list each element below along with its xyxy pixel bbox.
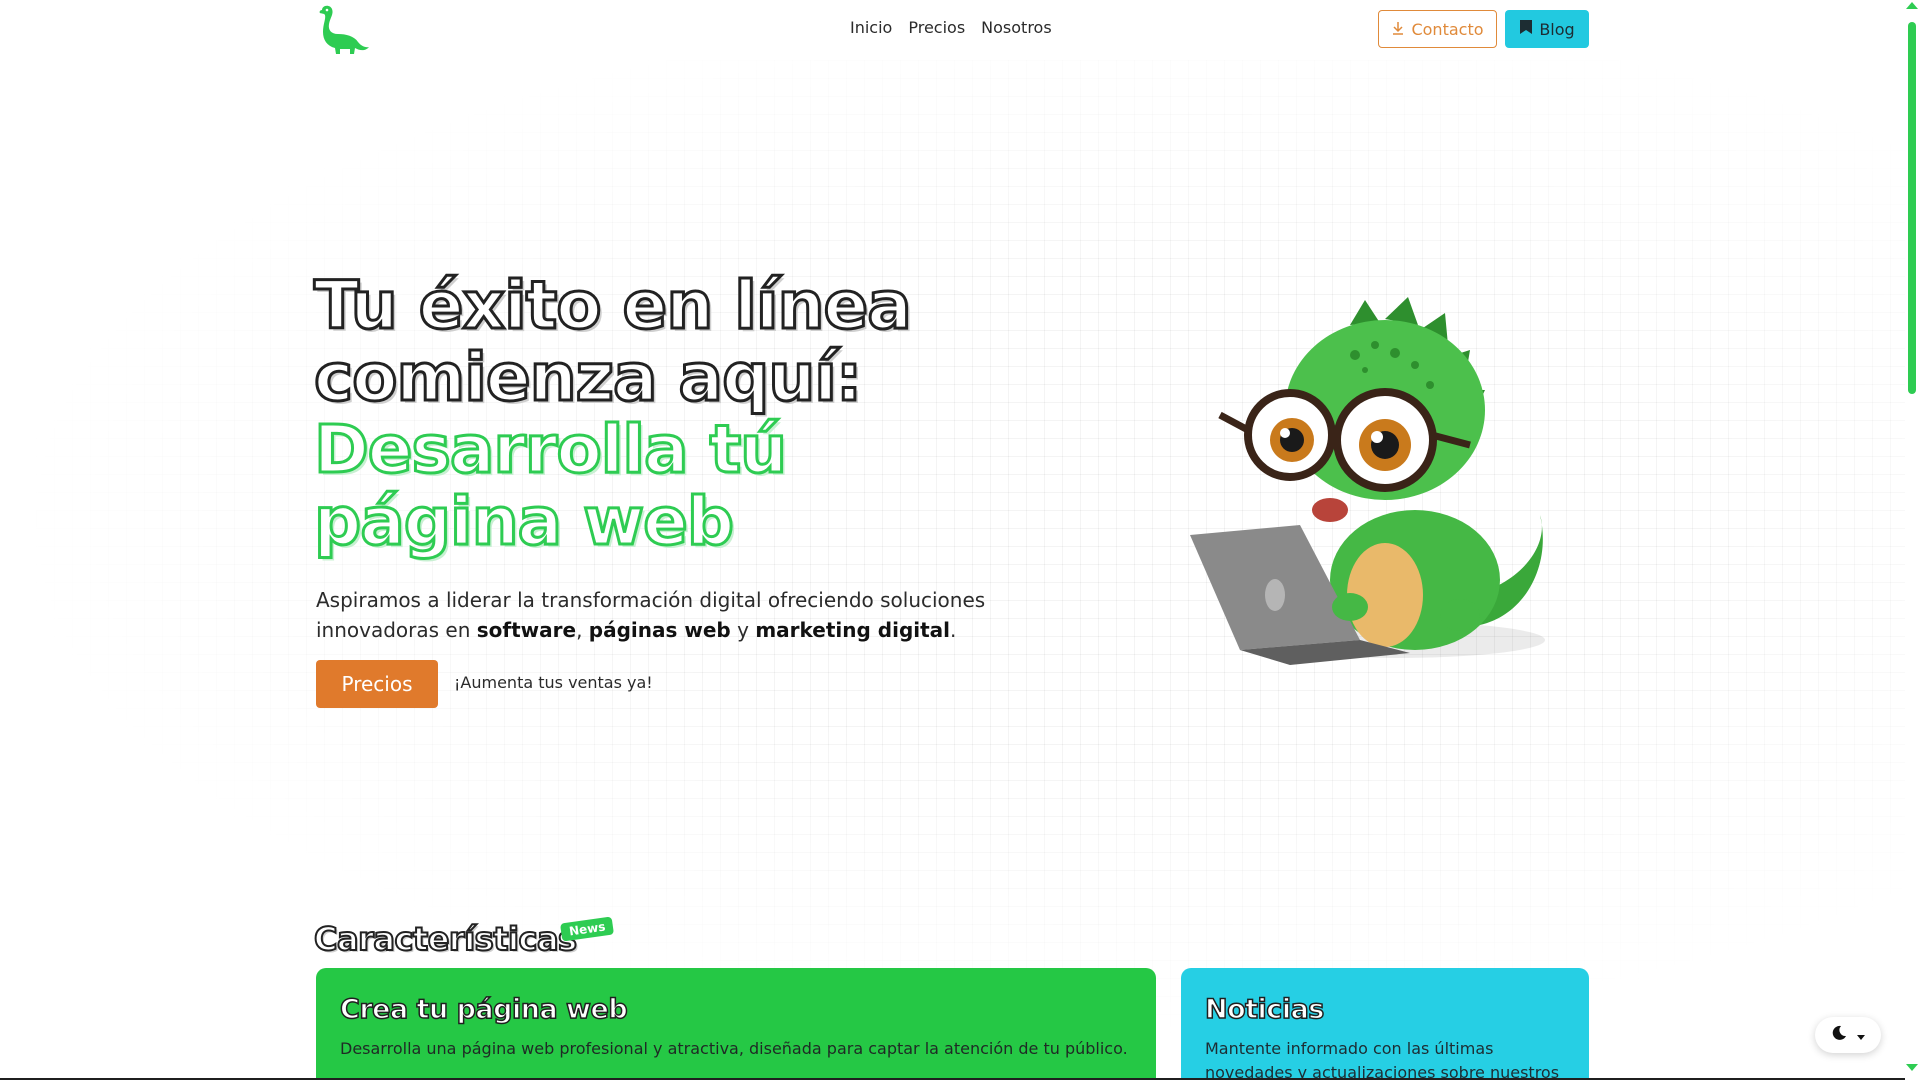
feature-card-news[interactable]: Noticias Mantente informado con las últi… bbox=[1181, 968, 1589, 1080]
top-navbar: Inicio Precios Nosotros Contacto Blog bbox=[0, 0, 1905, 58]
feature-card-title: Noticias bbox=[1204, 993, 1325, 1026]
scroll-up-arrow-icon[interactable] bbox=[1906, 2, 1918, 9]
cta-tagline: ¡Aumenta tus ventas ya! bbox=[454, 673, 653, 692]
hero-title-line-4: página web bbox=[313, 483, 736, 560]
contacto-label: Contacto bbox=[1411, 19, 1484, 39]
hero-title-line-1: Tu éxito en línea bbox=[313, 267, 914, 344]
blog-label: Blog bbox=[1539, 19, 1575, 39]
contacto-button[interactable]: Contacto bbox=[1378, 10, 1497, 48]
scrollbar-thumb[interactable] bbox=[1908, 22, 1916, 394]
hero-title: Tu éxito en línea comienza aquí: Desarro… bbox=[313, 267, 974, 560]
feature-card-text: Desarrolla una página web profesional y … bbox=[340, 1039, 1128, 1058]
keyword-web: páginas web bbox=[588, 618, 731, 642]
nav-link-inicio[interactable]: Inicio bbox=[850, 18, 892, 37]
download-icon bbox=[1391, 20, 1405, 39]
hero-title-line-3: Desarrolla tú bbox=[313, 411, 789, 488]
keyword-software: software bbox=[476, 618, 577, 642]
main-nav: Inicio Precios Nosotros bbox=[850, 18, 1052, 37]
grid-background bbox=[0, 60, 1905, 1080]
feature-card-title: Crea tu página web bbox=[339, 993, 628, 1026]
keyword-marketing: marketing digital bbox=[755, 618, 951, 642]
feature-card-text: Mantente informado con las últimas noved… bbox=[1205, 1039, 1560, 1080]
feature-card-web[interactable]: Crea tu página web Desarrolla una página… bbox=[316, 968, 1156, 1080]
hero-desc-sep-1: , bbox=[576, 618, 589, 642]
dinosaur-laptop-illustration bbox=[1180, 295, 1570, 685]
hero-desc-end: . bbox=[950, 618, 957, 642]
dinosaur-logo-icon[interactable] bbox=[314, 4, 370, 55]
precios-cta-button[interactable]: Precios bbox=[316, 660, 438, 708]
hero-title-line-2: comienza aquí: bbox=[313, 339, 864, 416]
features-title: Características bbox=[313, 919, 578, 959]
blog-button[interactable]: Blog bbox=[1505, 10, 1589, 48]
hero-description: Aspiramos a liderar la transformación di… bbox=[316, 585, 1036, 645]
bookmark-icon bbox=[1519, 19, 1533, 39]
nav-link-precios[interactable]: Precios bbox=[908, 18, 965, 37]
hero-desc-sep-2: y bbox=[730, 618, 756, 642]
nav-link-nosotros[interactable]: Nosotros bbox=[981, 18, 1052, 37]
caret-down-icon bbox=[1857, 1026, 1865, 1045]
moon-icon bbox=[1831, 1025, 1847, 1045]
scroll-down-arrow-icon[interactable] bbox=[1906, 1064, 1918, 1071]
theme-toggle[interactable] bbox=[1815, 1017, 1881, 1053]
